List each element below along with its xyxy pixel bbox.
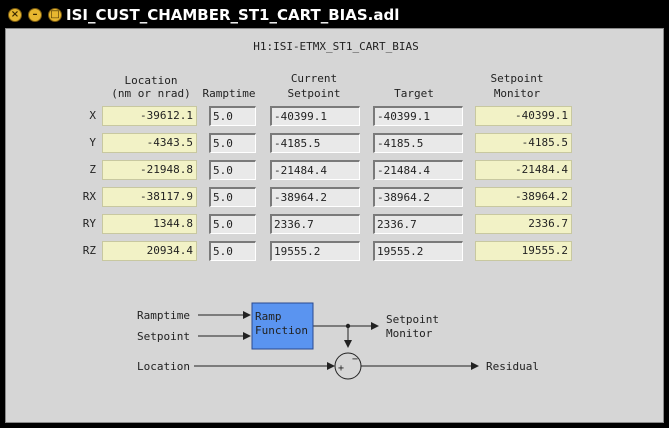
diagram-residual-label: Residual xyxy=(486,360,539,373)
minimize-icon[interactable]: – xyxy=(28,8,42,22)
diagram-location-label: Location xyxy=(137,360,190,373)
junction-dot xyxy=(345,323,351,329)
block-label-function: Function xyxy=(255,324,308,337)
medm-window: × – □ ISI_CUST_CHAMBER_ST1_CART_BIAS.adl… xyxy=(0,0,669,428)
block-label-ramp: Ramp xyxy=(255,310,282,323)
diagram-ramptime-label: Ramptime xyxy=(137,309,190,322)
diagram-monitor-out-label: Monitor xyxy=(386,327,433,340)
block-diagram: Ramptime Setpoint Location Ramp Function… xyxy=(137,302,539,380)
screen-panel: H1:ISI-ETMX_ST1_CART_BIAS Location (nm o… xyxy=(5,28,664,423)
minus-sign: − xyxy=(352,354,358,365)
diagram-setpoint-out-label: Setpoint xyxy=(386,313,439,326)
maximize-icon[interactable]: □ xyxy=(48,8,62,22)
plus-sign: + xyxy=(338,363,344,374)
diagram-setpoint-label: Setpoint xyxy=(137,330,190,343)
close-icon[interactable]: × xyxy=(8,8,22,22)
title-bar: × – □ ISI_CUST_CHAMBER_ST1_CART_BIAS.adl xyxy=(0,0,669,28)
window-title: ISI_CUST_CHAMBER_ST1_CART_BIAS.adl xyxy=(66,6,400,24)
